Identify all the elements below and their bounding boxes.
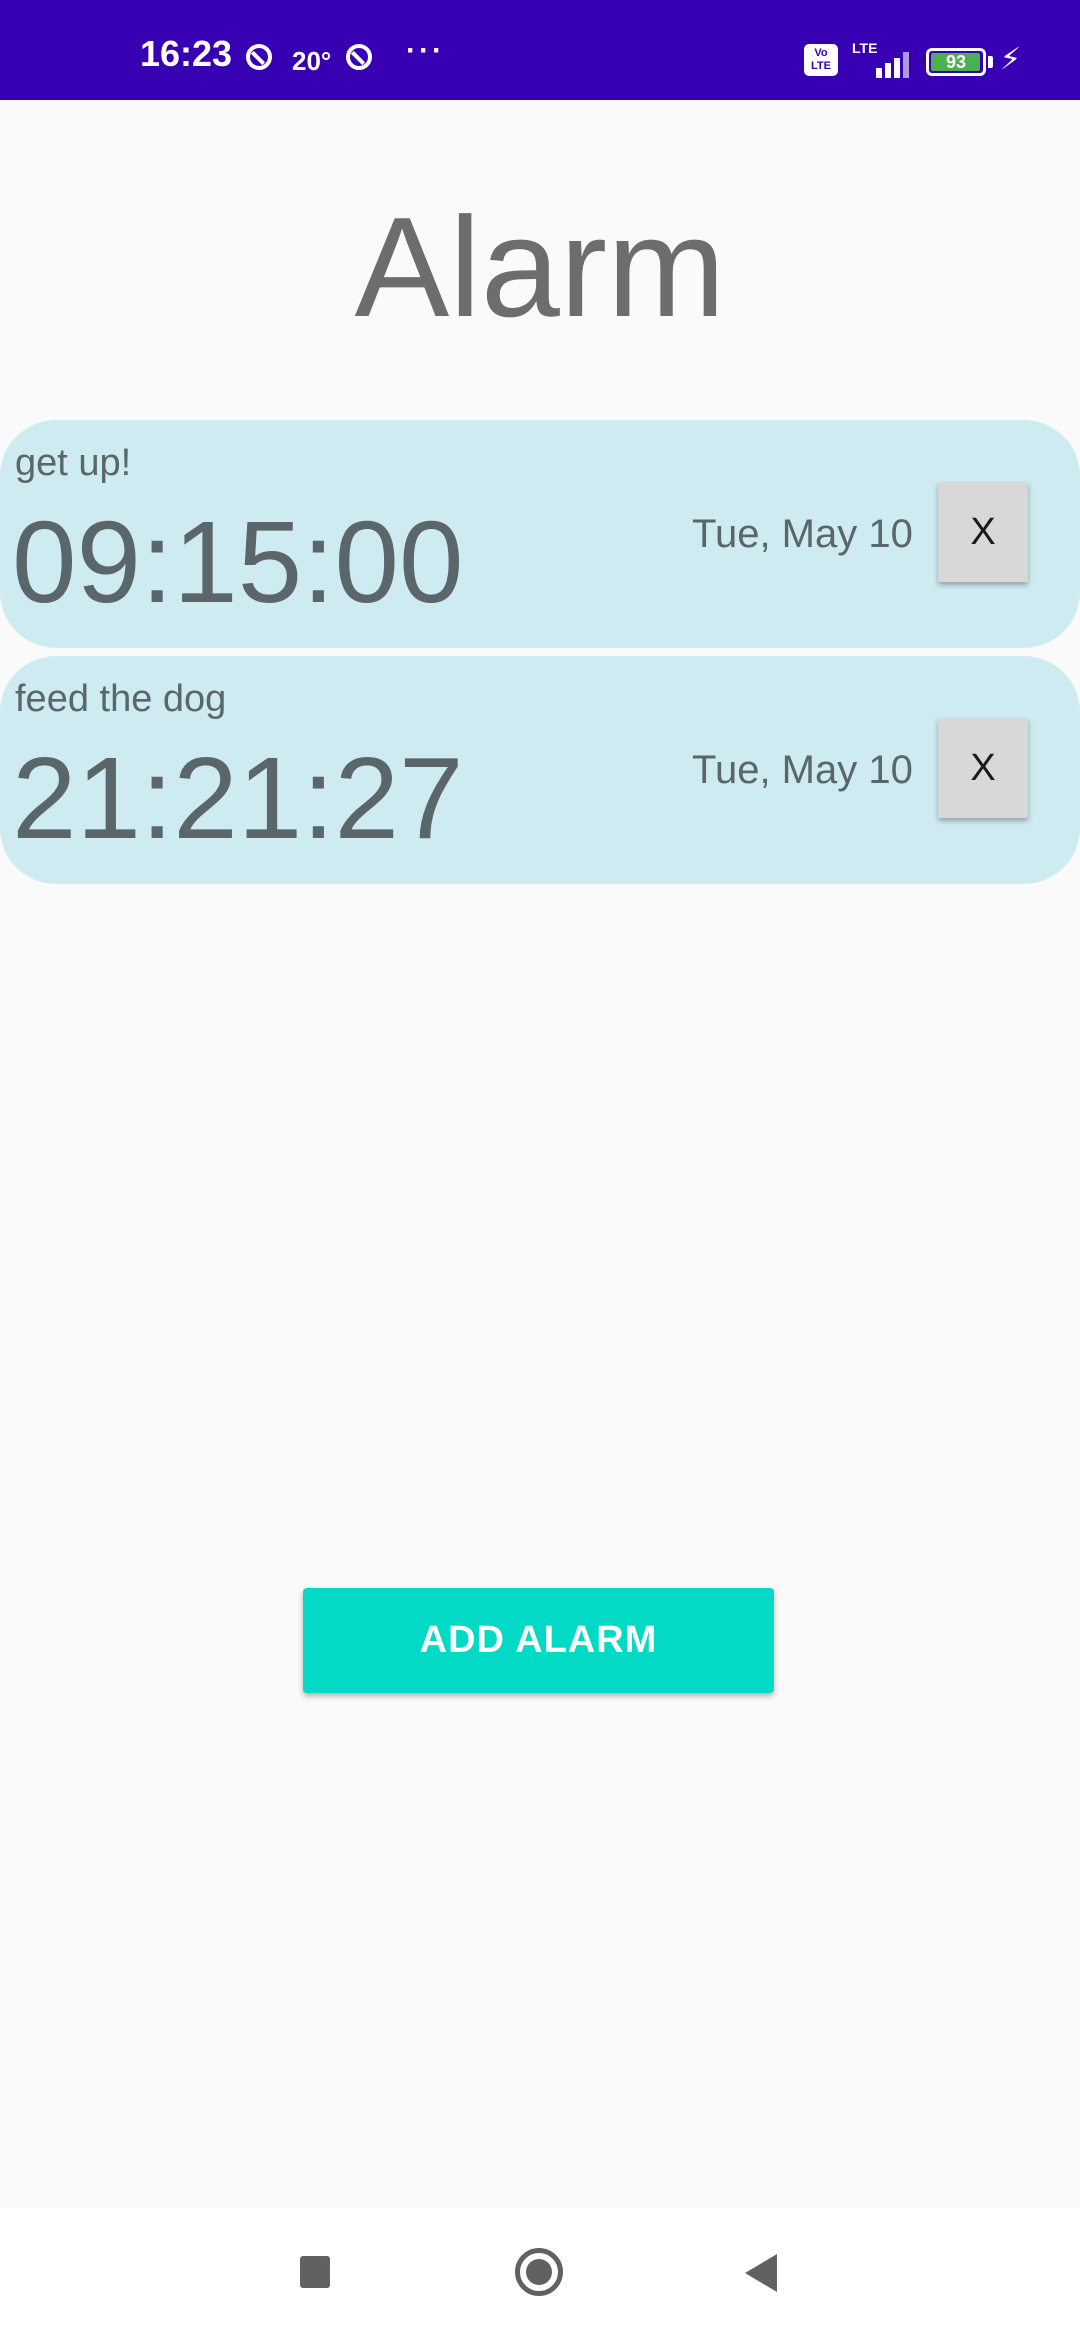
- notification-icon: [346, 44, 372, 70]
- volte-icon: Vo LTE: [804, 44, 838, 76]
- home-icon[interactable]: [515, 2248, 563, 2296]
- alarm-item[interactable]: get up! 09:15:00 Tue, May 10 X: [0, 420, 1080, 648]
- charging-icon: ⚡: [1000, 43, 1022, 76]
- more-notifications-icon: ···: [406, 34, 445, 67]
- signal-strength-icon: [858, 48, 910, 78]
- status-bar: 16:23 20° ··· Vo LTE LTE 93 ⚡: [0, 0, 1080, 100]
- alarm-date: Tue, May 10: [692, 748, 913, 792]
- battery-icon: 93: [926, 48, 986, 76]
- alarm-label: feed the dog: [15, 678, 227, 720]
- navigation-bar: [0, 2208, 1080, 2340]
- alarm-time: 09:15:00: [12, 497, 464, 627]
- battery-tip: [988, 56, 993, 68]
- notification-icon: [246, 44, 272, 70]
- alarm-label: get up!: [15, 442, 132, 484]
- delete-alarm-button[interactable]: X: [938, 482, 1028, 582]
- battery-level: 93: [945, 52, 967, 72]
- delete-alarm-button[interactable]: X: [938, 718, 1028, 818]
- alarm-time: 21:21:27: [12, 733, 464, 863]
- status-temperature: 20°: [292, 46, 332, 76]
- back-icon[interactable]: [745, 2254, 777, 2292]
- alarm-date: Tue, May 10: [692, 512, 913, 556]
- status-time: 16:23: [140, 33, 233, 74]
- add-alarm-button[interactable]: ADD ALARM: [303, 1588, 774, 1693]
- alarm-item[interactable]: feed the dog 21:21:27 Tue, May 10 X: [0, 656, 1080, 884]
- page-title: Alarm: [354, 188, 726, 347]
- recents-icon[interactable]: [300, 2256, 330, 2288]
